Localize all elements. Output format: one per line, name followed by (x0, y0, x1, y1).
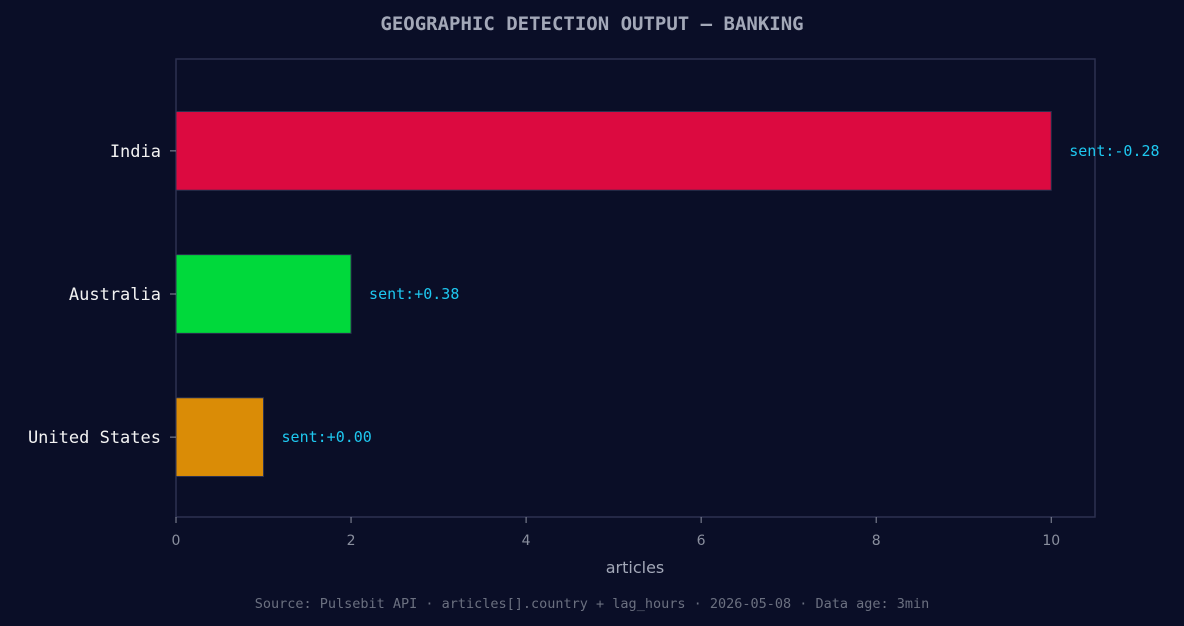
x-axis: 0 2 4 6 8 10 (172, 517, 1060, 549)
y-tick-label: United States (28, 428, 161, 448)
x-tick-label: 2 (347, 533, 356, 549)
bar-annotation: sent:+0.00 (282, 428, 372, 446)
bar-india (175, 111, 1052, 191)
x-tick-label: 4 (522, 533, 531, 549)
bar-australia (175, 254, 352, 334)
bar-annotation: sent:-0.28 (1069, 142, 1159, 160)
bar-chart: GEOGRAPHIC DETECTION OUTPUT — BANKING se… (28, 13, 1160, 612)
x-tick-label: 8 (872, 533, 881, 549)
x-axis-label: articles (606, 558, 665, 577)
y-axis: India Australia United States (28, 142, 176, 448)
y-tick-label: India (110, 142, 161, 162)
x-tick-label: 6 (697, 533, 706, 549)
bar-annotation: sent:+0.38 (369, 285, 459, 303)
y-tick-label: Australia (69, 285, 161, 305)
chart-root: GEOGRAPHIC DETECTION OUTPUT — BANKING se… (0, 0, 1184, 626)
bars-layer: sent:-0.28 sent:+0.38 sent:+0.00 (175, 111, 1160, 477)
x-tick-label: 0 (172, 533, 181, 549)
x-tick-label: 10 (1042, 533, 1060, 549)
bar-united-states (175, 397, 265, 477)
source-footnote: Source: Pulsebit API · articles[].countr… (255, 596, 930, 612)
chart-title: GEOGRAPHIC DETECTION OUTPUT — BANKING (380, 13, 803, 35)
